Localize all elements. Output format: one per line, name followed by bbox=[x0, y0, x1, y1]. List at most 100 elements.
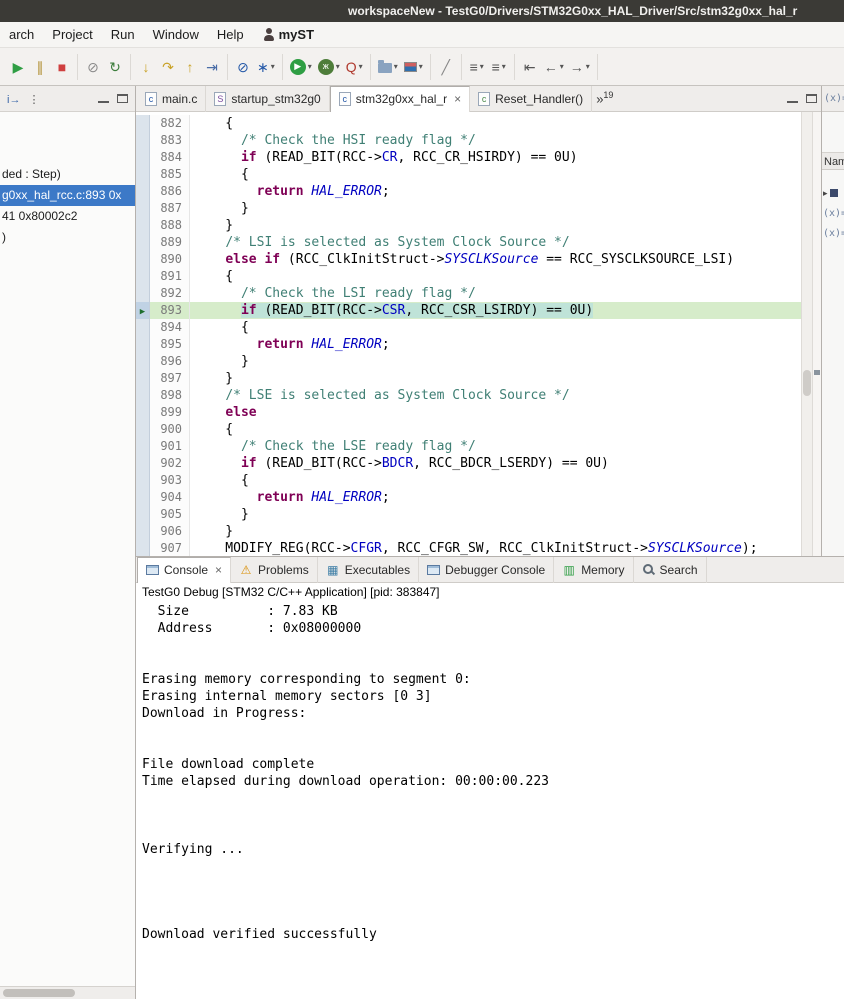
step-into-icon[interactable]: ↓ bbox=[136, 55, 156, 79]
variables-name-column-header[interactable]: Nam bbox=[822, 152, 844, 170]
code-line[interactable]: 897 } bbox=[136, 370, 801, 387]
code-line[interactable]: 884 if (READ_BIT(RCC->CR, RCC_CR_HSIRDY)… bbox=[136, 149, 801, 166]
stack-frame-row[interactable]: ) bbox=[0, 227, 135, 248]
menu-window[interactable]: Window bbox=[144, 27, 208, 42]
tab-variables[interactable]: (x)= V bbox=[822, 86, 844, 112]
code-line[interactable]: 886 return HAL_ERROR; bbox=[136, 183, 801, 200]
line-number: 884 bbox=[150, 149, 190, 166]
step-return-icon[interactable]: ↑ bbox=[180, 55, 200, 79]
debug-icon[interactable]: ж▾ bbox=[316, 55, 342, 79]
tab-problems[interactable]: ⚠Problems bbox=[231, 557, 318, 583]
back-icon[interactable]: ←▾ bbox=[542, 55, 566, 79]
code-line[interactable]: 901 /* Check the LSE ready flag */ bbox=[136, 438, 801, 455]
code-line[interactable]: 892 /* Check the LSI ready flag */ bbox=[136, 285, 801, 302]
annotation-ruler-cell bbox=[136, 353, 150, 370]
code-line[interactable]: 882 { bbox=[136, 115, 801, 132]
tab-executables[interactable]: ▦Executables bbox=[318, 557, 419, 583]
stack-frame-row[interactable]: g0xx_hal_rcc.c:893 0x bbox=[0, 185, 135, 206]
menu-project[interactable]: Project bbox=[43, 27, 101, 42]
code-line[interactable]: 891 { bbox=[136, 268, 801, 285]
code-line[interactable]: ▶893 if (READ_BIT(RCC->CSR, RCC_CSR_LSIR… bbox=[136, 302, 801, 319]
close-icon[interactable]: × bbox=[454, 92, 461, 106]
editor-zone: cmain.cSstartup_stm32g0cstm32g0xx_hal_r×… bbox=[136, 86, 821, 556]
code-editor[interactable]: 882 {883 /* Check the HSI ready flag */8… bbox=[136, 112, 821, 556]
disconnect-icon[interactable]: ⊘ bbox=[83, 55, 103, 79]
code-line[interactable]: 900 { bbox=[136, 421, 801, 438]
paint-icon[interactable]: ▾ bbox=[402, 55, 425, 79]
code-line[interactable]: 887 } bbox=[136, 200, 801, 217]
instruction-stepping-icon[interactable]: ⇥ bbox=[202, 55, 222, 79]
menu-help[interactable]: Help bbox=[208, 27, 253, 42]
editor-tab-startup-stm32g0[interactable]: Sstartup_stm32g0 bbox=[206, 86, 329, 112]
resume-icon[interactable]: ▶ bbox=[8, 55, 28, 79]
new-breakpoint-icon[interactable]: ∗▾ bbox=[255, 55, 277, 79]
code-line[interactable]: 902 if (READ_BIT(RCC->BDCR, RCC_BDCR_LSE… bbox=[136, 455, 801, 472]
terminate-icon[interactable]: ■ bbox=[52, 55, 72, 79]
tree-expander-icon[interactable]: ▸ bbox=[823, 188, 828, 199]
overview-ruler-mark[interactable] bbox=[814, 370, 820, 375]
variables-row[interactable]: (x)= bbox=[822, 223, 844, 243]
tab-label: main.c bbox=[162, 92, 197, 106]
external-tools-icon[interactable]: ▾ bbox=[376, 55, 400, 79]
step-over-icon[interactable]: ↷ bbox=[158, 55, 178, 79]
editor-tab-main-c[interactable]: cmain.c bbox=[137, 86, 206, 112]
code-line[interactable]: 885 { bbox=[136, 166, 801, 183]
code-line[interactable]: 896 } bbox=[136, 353, 801, 370]
tab-memory[interactable]: ▥Memory bbox=[554, 557, 633, 583]
previous-annotation-icon-glyph: ≡ bbox=[492, 60, 500, 74]
restart-icon[interactable]: ↻ bbox=[105, 55, 125, 79]
run-icon[interactable]: ▶▾ bbox=[288, 55, 314, 79]
code-line[interactable]: 890 else if (RCC_ClkInitStruct->SYSCLKSo… bbox=[136, 251, 801, 268]
stack-frame-row[interactable]: ded : Step) bbox=[0, 164, 135, 185]
menu-run[interactable]: Run bbox=[102, 27, 144, 42]
code-line[interactable]: 889 /* LSI is selected as System Clock S… bbox=[136, 234, 801, 251]
tab-search[interactable]: Search bbox=[634, 557, 707, 583]
code-line[interactable]: 898 /* LSE is selected as System Clock S… bbox=[136, 387, 801, 404]
scrollbar-thumb[interactable] bbox=[3, 989, 75, 997]
previous-annotation-icon[interactable]: ≡▾ bbox=[489, 55, 509, 79]
coverage-icon[interactable]: Q▾ bbox=[344, 55, 365, 79]
vertical-scrollbar[interactable] bbox=[801, 112, 812, 556]
overview-ruler[interactable] bbox=[812, 112, 821, 556]
account-button[interactable]: myST bbox=[263, 27, 314, 42]
code-line[interactable]: 907 MODIFY_REG(RCC->CFGR, RCC_CFGR_SW, R… bbox=[136, 540, 801, 556]
last-edit-location-icon[interactable]: ⇤ bbox=[520, 55, 540, 79]
maximize-view-icon[interactable] bbox=[117, 94, 128, 103]
skip-breakpoints-icon[interactable]: ⊘ bbox=[233, 55, 253, 79]
console-output[interactable]: Size : 7.83 KB Address : 0x08000000Erasi… bbox=[136, 601, 844, 999]
code-line[interactable]: 904 return HAL_ERROR; bbox=[136, 489, 801, 506]
variables-row[interactable]: ▸ bbox=[822, 183, 844, 203]
titlebar[interactable]: workspaceNew - TestG0/Drivers/STM32G0xx_… bbox=[0, 0, 844, 22]
view-menu-icon[interactable]: ⋮ bbox=[24, 94, 43, 106]
code-line[interactable]: 888 } bbox=[136, 217, 801, 234]
code-line[interactable]: 895 return HAL_ERROR; bbox=[136, 336, 801, 353]
minimize-view-icon[interactable] bbox=[98, 95, 109, 103]
tab-debugger-console[interactable]: Debugger Console bbox=[419, 557, 554, 583]
stack-frame-row[interactable]: 41 0x80002c2 bbox=[0, 206, 135, 227]
code-line[interactable]: 905 } bbox=[136, 506, 801, 523]
minimize-editor-icon[interactable] bbox=[787, 95, 798, 103]
forward-icon[interactable]: →▾ bbox=[568, 55, 592, 79]
tab-console[interactable]: Console× bbox=[137, 557, 231, 583]
horizontal-scrollbar[interactable] bbox=[0, 986, 135, 999]
menu-arch[interactable]: arch bbox=[0, 27, 43, 42]
application-window: workspaceNew - TestG0/Drivers/STM32G0xx_… bbox=[0, 0, 844, 999]
editor-tab-stm32g0xx-hal-r[interactable]: cstm32g0xx_hal_r× bbox=[330, 86, 470, 112]
code-line[interactable]: 894 { bbox=[136, 319, 801, 336]
editor-tab-reset-handler-[interactable]: cReset_Handler() bbox=[470, 86, 592, 112]
code-line[interactable]: 906 } bbox=[136, 523, 801, 540]
code-line[interactable]: 883 /* Check the HSI ready flag */ bbox=[136, 132, 801, 149]
next-annotation-icon[interactable]: ≡▾ bbox=[467, 55, 487, 79]
code-line[interactable]: 899 else bbox=[136, 404, 801, 421]
vertical-scrollbar-thumb[interactable] bbox=[803, 370, 811, 396]
maximize-editor-icon[interactable] bbox=[806, 94, 817, 103]
tab-overflow-button[interactable]: »19 bbox=[596, 90, 613, 106]
line-number: 885 bbox=[150, 166, 190, 183]
code-token: , RCC_CFGR_SW, RCC_ClkInitStruct-> bbox=[382, 541, 648, 556]
step-into-frame-icon[interactable]: i→ bbox=[3, 94, 24, 106]
suspend-icon[interactable]: ∥ bbox=[30, 55, 50, 79]
code-line[interactable]: 903 { bbox=[136, 472, 801, 489]
variables-row[interactable]: (x)= bbox=[822, 203, 844, 223]
pencil-icon[interactable]: ╱ bbox=[436, 55, 456, 79]
close-icon[interactable]: × bbox=[215, 563, 222, 577]
